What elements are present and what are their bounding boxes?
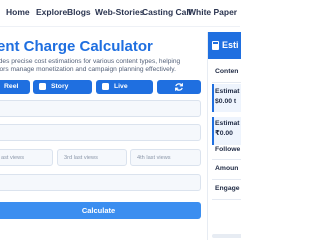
description-line-2: ators manage monetization and campaign p… bbox=[0, 66, 176, 74]
story-checkbox[interactable] bbox=[39, 83, 46, 90]
nav-blogs[interactable]: Blogs bbox=[67, 7, 91, 18]
calculate-button[interactable]: Calculate bbox=[0, 202, 201, 219]
calculator-section: tent Charge Calculator vides precise cos… bbox=[0, 26, 206, 240]
fourth-last-views-input[interactable] bbox=[137, 150, 196, 165]
result-divider-3 bbox=[212, 179, 241, 180]
input-field-2[interactable] bbox=[3, 125, 196, 140]
input-field-2-wrapper bbox=[0, 124, 201, 141]
input-field-6[interactable] bbox=[3, 175, 196, 190]
description-line-1: vides precise cost estimations for vario… bbox=[0, 58, 181, 65]
view-field-3-wrapper bbox=[57, 149, 127, 166]
content-label: Conten bbox=[215, 68, 239, 75]
nav-casting-call[interactable]: Casting Call bbox=[142, 7, 191, 18]
nav-home[interactable]: Home bbox=[6, 7, 30, 18]
panel-title: Esti bbox=[222, 40, 239, 50]
type-reel-label: Reel bbox=[4, 83, 19, 90]
panel-header: Esti bbox=[208, 32, 241, 59]
amount-label: Amoun bbox=[215, 165, 239, 172]
result-divider-2 bbox=[212, 159, 241, 160]
input-field-1[interactable] bbox=[3, 101, 196, 116]
result-divider-4 bbox=[212, 199, 241, 200]
live-checkbox[interactable] bbox=[102, 83, 109, 90]
refresh-button[interactable] bbox=[157, 80, 201, 94]
type-story-button[interactable]: Story bbox=[33, 80, 92, 94]
page-title: tent Charge Calculator bbox=[0, 38, 153, 55]
estimate-panel: Esti Conten Estimat $0.00 t Estimat ₹0.0… bbox=[207, 32, 241, 240]
estimate-inr-value: ₹0.00 bbox=[215, 130, 233, 137]
followers-label: Followe bbox=[215, 146, 241, 153]
calculator-icon bbox=[212, 41, 219, 50]
last-views-input[interactable] bbox=[1, 150, 48, 165]
top-navigation: Home Explore Blogs Web-Stories Casting C… bbox=[0, 0, 240, 27]
estimate-inr-label: Estimat bbox=[215, 120, 240, 127]
nav-white-paper[interactable]: White Paper bbox=[188, 7, 237, 18]
nav-explore[interactable]: Explore bbox=[36, 7, 67, 18]
type-live-button[interactable]: Live bbox=[96, 80, 153, 94]
type-reel-button[interactable]: Reel bbox=[0, 80, 30, 94]
nav-web-stories[interactable]: Web-Stories bbox=[95, 7, 144, 18]
estimate-usd-value: $0.00 t bbox=[215, 98, 237, 105]
result-divider-1 bbox=[212, 82, 241, 83]
view-field-4-wrapper bbox=[130, 149, 201, 166]
panel-scrollbar[interactable] bbox=[212, 234, 241, 238]
view-field-1-wrapper bbox=[0, 149, 53, 166]
engagement-label: Engage bbox=[215, 185, 240, 192]
third-last-views-input[interactable] bbox=[64, 150, 122, 165]
estimate-usd-label: Estimat bbox=[215, 88, 240, 95]
input-field-6-wrapper bbox=[0, 174, 201, 191]
input-field-1-wrapper bbox=[0, 100, 201, 117]
refresh-icon bbox=[175, 83, 183, 91]
type-live-label: Live bbox=[114, 83, 128, 90]
type-story-label: Story bbox=[51, 83, 69, 90]
page-description: vides precise cost estimations for vario… bbox=[0, 58, 206, 75]
